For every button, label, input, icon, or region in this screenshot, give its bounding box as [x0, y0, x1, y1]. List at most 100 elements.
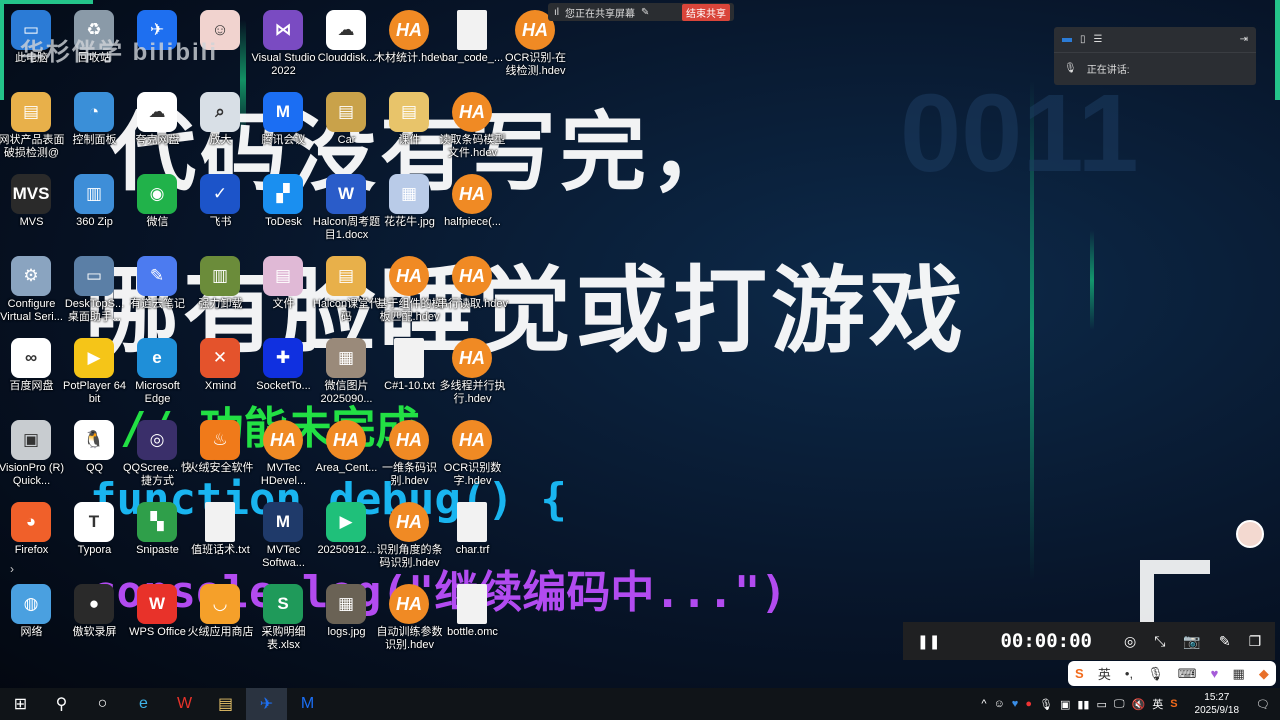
- network-icon[interactable]: 🖵: [1114, 698, 1125, 711]
- desktop-icon[interactable]: M 腾讯会议: [252, 86, 315, 168]
- region-icon[interactable]: ◎: [1124, 633, 1136, 650]
- avatar[interactable]: [1236, 520, 1264, 548]
- desktop-icon[interactable]: 值班话术.txt: [189, 496, 252, 578]
- desktop-icon[interactable]: ☁ 夸克网盘: [126, 86, 189, 168]
- desktop-icon[interactable]: HA 多线程并行执行.hdev: [440, 332, 506, 414]
- desktop-icon[interactable]: ● 傲软录屏: [63, 578, 126, 660]
- notification-icon[interactable]: 🗨: [1256, 698, 1270, 711]
- battery-tray-icon[interactable]: ▭: [1096, 698, 1106, 711]
- dingtalk-taskbar-icon[interactable]: ✈: [246, 688, 287, 720]
- desktop-icon[interactable]: ▦ 花花牛.jpg: [378, 168, 441, 250]
- desktop-icon[interactable]: MVS MVS: [0, 168, 63, 250]
- explorer-taskbar-icon[interactable]: ▤: [205, 688, 246, 720]
- desktop-icon[interactable]: ◡ 火绒应用商店: [188, 578, 254, 660]
- desktop-icon[interactable]: HA halfpiece(...: [441, 168, 504, 250]
- desktop-icon[interactable]: C#1-10.txt: [378, 332, 441, 414]
- end-share-button[interactable]: 结束共享: [682, 3, 730, 21]
- desktop-icon[interactable]: e Microsoft Edge: [126, 332, 189, 414]
- desktop-icon[interactable]: ▤ 文件: [252, 250, 315, 332]
- pen-icon[interactable]: ✎: [1219, 633, 1231, 650]
- keyboard-icon[interactable]: ⌨: [1178, 666, 1197, 682]
- desktop-icon[interactable]: ▭ DeskTopS... 桌面助手...: [63, 250, 126, 332]
- desktop-icon[interactable]: ▤ Halcon课堂代码: [313, 250, 380, 332]
- desktop-icon[interactable]: ♨ 火绒安全软件: [188, 414, 254, 496]
- desktop-icon[interactable]: ▤ Car: [315, 86, 378, 168]
- mascot-icon[interactable]: ◆: [1259, 666, 1269, 682]
- layout-list-icon[interactable]: ☰: [1094, 34, 1103, 45]
- desktop-icon[interactable]: ▚ Snipaste: [126, 496, 189, 578]
- screen-tray-icon[interactable]: ▣: [1060, 698, 1070, 711]
- desktop-icon[interactable]: ▞ ToDesk: [252, 168, 315, 250]
- task-view-icon[interactable]: ○: [82, 688, 123, 720]
- desktop-icon[interactable]: ∞ 百度网盘: [0, 332, 63, 414]
- desktop-icon[interactable]: S 采购明细表.xlsx: [252, 578, 315, 660]
- shrink-icon[interactable]: ⤡: [1154, 633, 1165, 650]
- desktop-icon[interactable]: ⌕ 放大: [189, 86, 252, 168]
- chevron-right-icon[interactable]: ›: [10, 562, 14, 576]
- desktop-icon[interactable]: ▶ PotPlayer 64 bit: [63, 332, 126, 414]
- desktop-icon[interactable]: ▤ 网状产品表面破损检测@: [0, 86, 65, 168]
- tencent-meeting-taskbar-icon[interactable]: M: [287, 688, 328, 720]
- desktop-icon[interactable]: ✕ Xmind: [189, 332, 252, 414]
- desktop-icon[interactable]: HA 自动训练参数识别.hdev: [377, 578, 443, 660]
- annotate-icon[interactable]: ✎: [641, 7, 649, 18]
- desktop-icon[interactable]: W Halcon周考题目1.docx: [313, 168, 380, 250]
- search-icon[interactable]: ⚲: [41, 688, 82, 720]
- desktop-icon[interactable]: bar_code_...: [441, 4, 504, 86]
- desktop-icon[interactable]: ▦ logs.jpg: [315, 578, 378, 660]
- camera-icon[interactable]: 📷: [1183, 633, 1200, 650]
- app-tray-icon[interactable]: ♥: [1012, 698, 1019, 710]
- desktop-icon[interactable]: HA MVTec HDevel...: [252, 414, 315, 496]
- desktop-icon[interactable]: ✓ 飞书: [189, 168, 252, 250]
- clock[interactable]: 15:27 2025/9/18: [1195, 691, 1240, 717]
- ime-lang[interactable]: 英: [1098, 664, 1111, 683]
- toolbox-icon[interactable]: ▦: [1232, 666, 1244, 682]
- record-tray-icon[interactable]: ●: [1025, 698, 1032, 710]
- desktop-icon[interactable]: ⚙ Configure Virtual Seri...: [0, 250, 63, 332]
- desktop-icon[interactable]: HA OCR识别数字.hdev: [441, 414, 504, 496]
- desktop-icon[interactable]: ⋈ Visual Studio 2022: [251, 4, 316, 86]
- desktop-icon[interactable]: ◎ QQScree... 快捷方式: [123, 414, 192, 496]
- desktop-icon[interactable]: ▦ 微信图片2025090...: [315, 332, 378, 414]
- desktop-icon[interactable]: ▣ VisionPro (R) Quick...: [0, 414, 64, 496]
- chevron-up-icon[interactable]: ^: [981, 698, 986, 710]
- microphone-tray-icon[interactable]: 🎙: [1039, 698, 1053, 711]
- desktop-icon[interactable]: 🐧 QQ: [63, 414, 126, 496]
- desktop-icon[interactable]: ◍ 网络: [0, 578, 63, 660]
- avatar-tray-icon[interactable]: ☺: [994, 698, 1005, 710]
- volume-muted-icon[interactable]: 🔇: [1131, 698, 1145, 711]
- layout-single-icon[interactable]: ▯: [1080, 34, 1086, 45]
- voice-icon[interactable]: 🎙: [1147, 666, 1164, 682]
- desktop-icon[interactable]: bottle.omc: [441, 578, 504, 660]
- desktop-icon[interactable]: ✎ 有道云笔记: [126, 250, 189, 332]
- pause-button[interactable]: ❚❚: [917, 633, 940, 650]
- desktop-icon[interactable]: ▥ 360 Zip: [63, 168, 126, 250]
- desktop-icon[interactable]: ◉ 微信: [126, 168, 189, 250]
- bookmark-tray-icon[interactable]: ▮▮: [1077, 698, 1089, 711]
- desktop-icon[interactable]: HA 木材统计.hdev: [374, 4, 445, 86]
- window-icon[interactable]: ❐: [1249, 633, 1262, 650]
- desktop-icon[interactable]: W WPS Office: [126, 578, 189, 660]
- desktop-icon[interactable]: ▶ 20250912...: [315, 496, 378, 578]
- desktop-icon[interactable]: ☁ Clouddisk...: [315, 4, 378, 86]
- collapse-panel-icon[interactable]: ⇥: [1240, 34, 1248, 45]
- desktop-icon[interactable]: HA 识别角度的条码识别.hdev: [377, 496, 443, 578]
- desktop-icon[interactable]: ▥ 强力卸载: [189, 250, 252, 332]
- punctuation-icon[interactable]: •,: [1125, 666, 1133, 681]
- desktop-icon[interactable]: HA 基于组件的模板匹配.hdev: [377, 250, 443, 332]
- skin-icon[interactable]: ♥: [1211, 666, 1219, 681]
- start-button[interactable]: ⊞: [0, 688, 41, 720]
- desktop-icon[interactable]: HA 一维条码识别.hdev: [378, 414, 441, 496]
- edge-taskbar-icon[interactable]: e: [123, 688, 164, 720]
- desktop-icon[interactable]: ✚ SocketTo...: [252, 332, 315, 414]
- desktop-icon[interactable]: char.trf: [441, 496, 504, 578]
- desktop-icon[interactable]: HA 读取条码模型文件.hdev: [440, 86, 506, 168]
- layout-strip-icon[interactable]: [1062, 37, 1072, 42]
- desktop-icon[interactable]: M MVTec Softwa...: [252, 496, 315, 578]
- desktop-icon[interactable]: ▤ 课件: [378, 86, 441, 168]
- desktop-icon[interactable]: HA Area_Cent...: [315, 414, 378, 496]
- tray-lang[interactable]: 英: [1152, 696, 1163, 712]
- wps-taskbar-icon[interactable]: W: [164, 688, 205, 720]
- desktop-icon[interactable]: ◔ 控制面板: [63, 86, 126, 168]
- sogou-tray-icon[interactable]: S: [1170, 698, 1177, 710]
